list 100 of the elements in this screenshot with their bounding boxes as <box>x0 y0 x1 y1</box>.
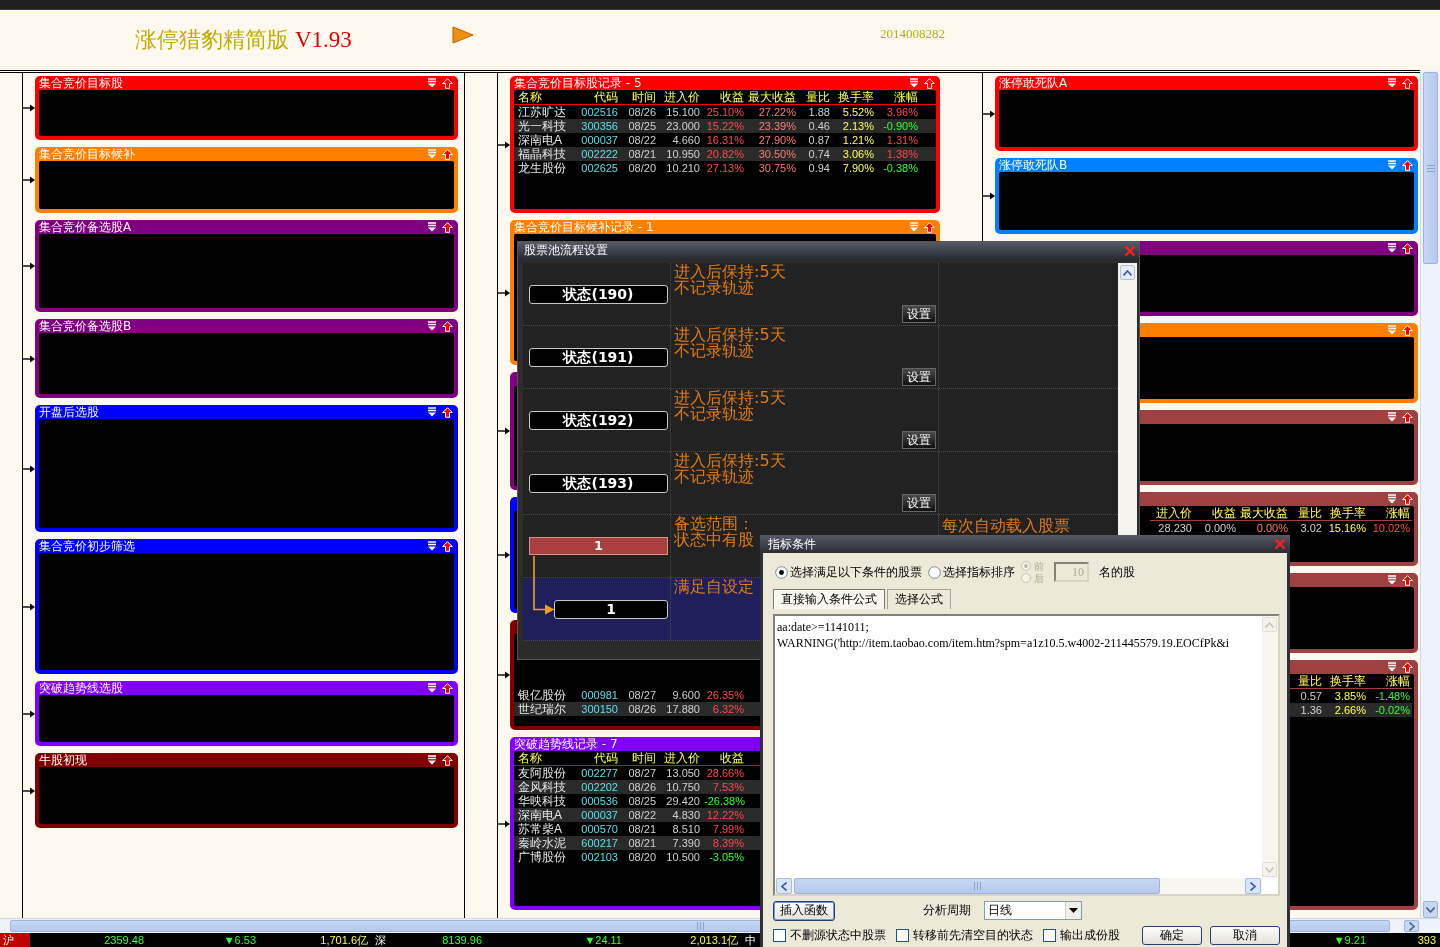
status-value: 1,701.6亿 <box>319 933 369 947</box>
panel-title: 突破趋势线记录 - 7 <box>514 737 618 751</box>
panel-title: 集合竞价目标股记录 - 5 <box>514 76 642 90</box>
market-label: 沪 <box>0 933 30 947</box>
column-header: 涨幅 <box>1385 674 1411 688</box>
table-cell-text: 08/26 <box>627 105 657 119</box>
panel-title: 涨停敢死队B <box>999 158 1068 172</box>
table-cell-text: 9.600 <box>671 688 701 702</box>
table-cell-text: 1.38% <box>885 147 919 161</box>
table-cell-text: 08/21 <box>627 147 657 161</box>
status-value: ▼6.53 <box>222 933 257 947</box>
table-cell-text: 17.880 <box>665 702 701 716</box>
table-cell-text: 27.90% <box>757 133 797 147</box>
table-cell-text: 2.13% <box>841 119 875 133</box>
table-cell-text: 300356 <box>580 119 619 133</box>
table-cell-text: -26.38% <box>703 794 746 808</box>
panel-title: 开盘后选股 <box>39 405 99 419</box>
table-cell-text: 2.66% <box>1333 703 1367 717</box>
table-cell-text: 友阿股份 <box>517 766 567 780</box>
table-cell-text: 深南电A <box>517 133 563 147</box>
status-value: 2,013.1亿 <box>689 933 739 947</box>
table-cell-text: 08/21 <box>627 836 657 850</box>
table-cell-text: 30.75% <box>757 161 797 175</box>
dialog-title: 指标条件 <box>768 536 816 552</box>
table-cell-text: 08/26 <box>627 780 657 794</box>
table-cell-text: 秦岭水泥 <box>517 836 567 850</box>
table-cell-text: 002625 <box>580 161 619 175</box>
column-header: 涨幅 <box>1385 506 1411 520</box>
table-cell-text: 深南电A <box>517 808 563 822</box>
table-cell-text: 0.57 <box>1299 689 1323 703</box>
status-value: 2359.48 <box>103 933 145 947</box>
rule-text: 进入后保持:5天 <box>674 264 786 280</box>
panel-title: 集合竞价初步筛选 <box>39 539 135 553</box>
panel-title: 集合竞价目标股 <box>39 76 123 90</box>
table-cell-text: 12.22% <box>705 808 745 822</box>
table-cell-text: 3.96% <box>885 105 919 119</box>
panel-title: 集合竞价目标候补记录 - 1 <box>514 220 654 234</box>
column-header: 量比 <box>805 90 831 104</box>
table-cell-text: 002222 <box>580 147 619 161</box>
table-cell-text: 0.00% <box>1203 521 1237 535</box>
table-cell-text: 1.21% <box>841 133 875 147</box>
count-suffix: 名的股 <box>1099 563 1135 581</box>
table-cell-text: 08/25 <box>627 794 657 808</box>
table-cell-text: 7.90% <box>841 161 875 175</box>
rule-text: 进入后保持:5天 <box>674 327 786 343</box>
table-cell-text: 08/26 <box>627 702 657 716</box>
rule-text: 备选范围： <box>674 516 754 532</box>
table-cell-text: 1.31% <box>885 133 919 147</box>
table-cell-text: 13.050 <box>665 766 701 780</box>
table-cell-text: 000037 <box>580 808 619 822</box>
table-cell-text: 4.830 <box>671 808 701 822</box>
table-cell-text: 华映科技 <box>517 794 567 808</box>
table-cell-text: 08/21 <box>627 822 657 836</box>
table-cell-text: 08/27 <box>627 766 657 780</box>
table-cell-text: 福晶科技 <box>517 147 567 161</box>
rule-text: 不记录轨迹 <box>674 280 754 296</box>
table-cell-text: 15.22% <box>705 119 745 133</box>
column-header: 进入价 <box>663 751 701 765</box>
app-title: 涨停猎豹精简版 <box>135 27 289 53</box>
table-cell-text: 银亿股份 <box>517 688 567 702</box>
table-cell-text: 000037 <box>580 133 619 147</box>
status-value: 393 <box>1416 933 1437 947</box>
column-header: 换手率 <box>1329 674 1367 688</box>
table-cell-text: 23.000 <box>665 119 701 133</box>
table-cell-text: 25.10% <box>705 105 745 119</box>
table-cell-text: 08/20 <box>627 850 657 864</box>
table-cell-text: 30.50% <box>757 147 797 161</box>
table-cell-text: 000536 <box>580 794 619 808</box>
table-cell-text: 23.39% <box>757 119 797 133</box>
table-cell-text: 600217 <box>580 836 619 850</box>
table-cell-text: 0.00% <box>1255 521 1289 535</box>
column-header: 涨幅 <box>893 90 919 104</box>
table-cell-text: 08/20 <box>627 161 657 175</box>
rule-text: 状态中有股 <box>674 532 754 548</box>
column-header: 代码 <box>593 90 619 104</box>
table-cell-text: 27.13% <box>705 161 745 175</box>
status-value: ▼24.11 <box>583 933 623 947</box>
table-cell-text: -0.02% <box>1374 703 1411 717</box>
panel-title: 集合竞价目标候补 <box>39 147 135 161</box>
column-header: 名称 <box>517 90 543 104</box>
panel-title: 牛股初现 <box>39 753 87 767</box>
table-cell-text: 7.390 <box>671 836 701 850</box>
column-header: 收益 <box>1211 506 1237 520</box>
table-cell-text: 0.94 <box>807 161 831 175</box>
column-header: 收益 <box>719 751 745 765</box>
status-value: 8139.96 <box>441 933 483 947</box>
table-cell-text: 3.85% <box>1333 689 1367 703</box>
table-cell-text: 002516 <box>580 105 619 119</box>
table-cell-text: 光一科技 <box>517 119 567 133</box>
table-cell-text: 1.36 <box>1299 703 1323 717</box>
table-cell-text: 28.66% <box>705 766 745 780</box>
column-header: 量比 <box>1297 506 1323 520</box>
table-cell-text: 0.74 <box>807 147 831 161</box>
table-cell-text: 10.210 <box>665 161 701 175</box>
table-cell-text: 300150 <box>580 702 619 716</box>
rule-text: 进入后保持:5天 <box>674 453 786 469</box>
panel-title: 集合竞价备选股B <box>39 319 132 333</box>
panel-title: 突破趋势线选股 <box>39 681 123 695</box>
table-cell-text: 8.510 <box>671 822 701 836</box>
column-header: 收益 <box>719 90 745 104</box>
